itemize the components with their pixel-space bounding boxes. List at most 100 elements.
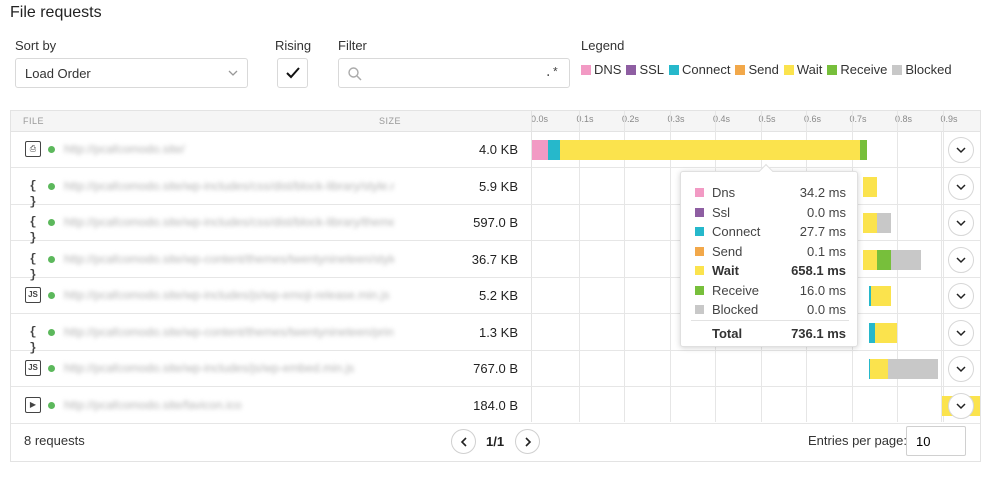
- timing-bar-wait[interactable]: [870, 286, 892, 306]
- tooltip-swatch: [695, 188, 704, 197]
- table-row[interactable]: ⎙ http://pcafcomodo.site/4.0 KB: [11, 132, 980, 168]
- tooltip-row-connect: Connect 27.7 ms: [694, 223, 846, 241]
- tooltip-swatch: [695, 246, 704, 256]
- status-dot: [48, 401, 55, 409]
- tooltip-total-label: Total: [712, 326, 743, 341]
- request-url[interactable]: http://pcafcomodo.site/wp-includes/css/d…: [64, 179, 394, 193]
- filter-label: Filter: [338, 38, 367, 53]
- timing-bar-receive[interactable]: [876, 249, 892, 270]
- prev-page-button[interactable]: [451, 429, 476, 454]
- legend-item-dns: DNS: [581, 62, 621, 77]
- request-url[interactable]: http://pcafcomodo.site/favicon.ico: [64, 398, 394, 412]
- tooltip-swatch: [695, 285, 704, 295]
- tooltip-swatch: [695, 266, 704, 275]
- expand-row-button[interactable]: [948, 210, 974, 236]
- request-size: 36.7 KB: [471, 251, 518, 267]
- page-title: File requests: [10, 4, 102, 21]
- timing-bar-blocked[interactable]: [888, 359, 939, 379]
- status-dot: [48, 219, 55, 226]
- expand-row-button[interactable]: [948, 173, 974, 200]
- timing-bar-blocked[interactable]: [876, 213, 892, 233]
- next-page-button[interactable]: [515, 429, 540, 454]
- timing-bar-wait[interactable]: [560, 140, 860, 160]
- request-url[interactable]: http://pcafcomodo.site/wp-includes/js/wp…: [64, 288, 394, 302]
- tooltip-row-blocked: Blocked 0.0 ms: [694, 301, 846, 319]
- legend-swatch: [827, 64, 838, 75]
- timing-bar-wait[interactable]: [863, 213, 877, 233]
- sort-by-select[interactable]: Load Order: [15, 58, 248, 88]
- tooltip-timing-name: Dns: [712, 185, 736, 200]
- filter-input[interactable]: [369, 63, 549, 83]
- tooltip-timing-name: Connect: [712, 224, 761, 239]
- chevron-down-icon: [956, 366, 966, 373]
- legend-swatch: [892, 64, 903, 75]
- timing-bar-wait[interactable]: [870, 359, 889, 379]
- tooltip-swatch: [695, 207, 704, 217]
- chevron-down-icon: [956, 293, 966, 300]
- timing-bar-receive[interactable]: [859, 140, 867, 160]
- tooltip-row-dns: Dns 34.2 ms: [694, 184, 846, 202]
- chevron-down-icon: [956, 220, 966, 227]
- tooltip-timing-name: Ssl: [712, 204, 731, 220]
- tooltip-timing-name: Blocked: [712, 302, 759, 317]
- js-file-icon: JS: [25, 287, 41, 303]
- request-size: 597.0 B: [473, 215, 518, 230]
- table-row[interactable]: JS http://pcafcomodo.site/wp-includes/js/…: [11, 351, 980, 387]
- tooltip-row-send: Send 0.1 ms: [694, 243, 846, 261]
- filter-field[interactable]: .*: [338, 58, 570, 88]
- entries-per-page-input[interactable]: [906, 426, 966, 456]
- status-dot: [48, 292, 55, 299]
- tooltip-timing-name: Send: [712, 243, 743, 259]
- request-url[interactable]: http://pcafcomodo.site/wp-includes/js/wp…: [64, 361, 394, 375]
- status-dot: [48, 146, 55, 153]
- legend-item-blocked: Blocked: [892, 62, 952, 77]
- request-size: 4.0 KB: [478, 142, 518, 157]
- tooltip-swatch: [695, 305, 704, 314]
- table-row[interactable]: ▶ http://pcafcomodo.site/favicon.ico 184.0…: [11, 388, 980, 424]
- expand-row-button[interactable]: [948, 283, 974, 309]
- tooltip-timing-value: 658.1 ms: [791, 263, 846, 278]
- timing-bar-connect[interactable]: [547, 140, 561, 160]
- request-url[interactable]: http://pcafcomodo.site/wp-content/themes…: [64, 252, 394, 266]
- expand-row-button[interactable]: [948, 246, 974, 273]
- legend-label-text: Wait: [796, 62, 823, 77]
- css-file-icon: { }: [29, 251, 37, 282]
- legend-label-text: Connect: [682, 62, 731, 77]
- timing-bar-dns[interactable]: [532, 140, 548, 160]
- tooltip-total-row: Total 736.1 ms: [694, 325, 846, 343]
- status-dot: [48, 182, 55, 190]
- timing-bar-blocked[interactable]: [891, 249, 922, 270]
- chevron-down-icon: [956, 256, 966, 263]
- legend-label-text: Blocked: [905, 62, 952, 77]
- css-file-icon: { }: [29, 215, 37, 245]
- request-size: 5.9 KB: [478, 178, 518, 194]
- page-indicator: 1/1: [486, 434, 505, 449]
- timing-bar-wait[interactable]: [863, 176, 877, 197]
- tooltip-timing-name: Receive: [712, 282, 759, 298]
- request-size: 767.0 B: [473, 361, 518, 376]
- timing-bar-wait[interactable]: [874, 322, 898, 343]
- request-url[interactable]: http://pcafcomodo.site/: [64, 142, 394, 156]
- tooltip-timing-name: Wait: [712, 263, 739, 278]
- legend-label-text: SSL: [639, 62, 665, 77]
- status-dot: [48, 255, 55, 263]
- chevron-down-icon: [956, 147, 966, 154]
- js-file-icon: JS: [25, 360, 41, 376]
- request-size: 184.0 B: [473, 397, 518, 413]
- status-dot: [48, 328, 55, 336]
- chevron-right-icon: [525, 437, 532, 447]
- expand-row-button[interactable]: [948, 392, 974, 419]
- request-url[interactable]: http://pcafcomodo.site/wp-includes/css/d…: [64, 215, 394, 229]
- expand-row-button[interactable]: [948, 137, 974, 163]
- timing-bar-wait[interactable]: [863, 249, 877, 270]
- expand-row-button[interactable]: [948, 319, 974, 346]
- legend-label-text: DNS: [594, 62, 622, 77]
- regex-toggle[interactable]: .*: [545, 66, 559, 80]
- tooltip-timing-value: 34.2 ms: [799, 185, 846, 200]
- tooltip-row-ssl: Ssl 0.0 ms: [694, 204, 846, 222]
- rising-checkbox[interactable]: [277, 58, 308, 88]
- html-file-icon: ⎙: [25, 141, 41, 157]
- request-url[interactable]: http://pcafcomodo.site/wp-content/themes…: [64, 325, 394, 339]
- expand-row-button[interactable]: [948, 356, 974, 382]
- chevron-down-icon: [228, 70, 238, 76]
